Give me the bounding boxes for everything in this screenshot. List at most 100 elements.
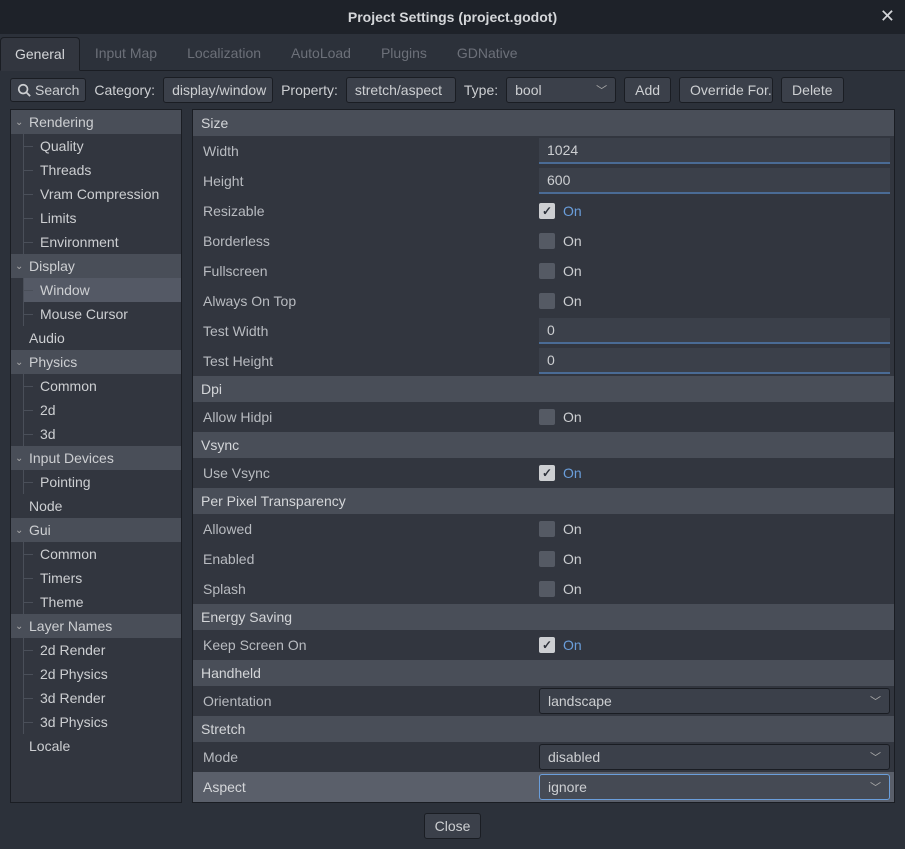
- tree-category-display[interactable]: ⌄Display: [11, 254, 181, 278]
- tree-item-environment[interactable]: Environment: [24, 230, 181, 254]
- tab-localization[interactable]: Localization: [172, 36, 276, 70]
- checkbox[interactable]: [539, 581, 555, 597]
- property-value: On: [539, 581, 894, 597]
- tree-item-theme[interactable]: Theme: [24, 590, 181, 614]
- tab-bar: GeneralInput MapLocalizationAutoLoadPlug…: [0, 34, 905, 71]
- checkbox-wrap[interactable]: On: [539, 551, 890, 567]
- tab-plugins[interactable]: Plugins: [366, 36, 442, 70]
- checkbox-text: On: [563, 581, 582, 597]
- tree-item-3d-physics[interactable]: 3d Physics: [24, 710, 181, 734]
- delete-button[interactable]: Delete: [781, 77, 843, 103]
- select-dropdown[interactable]: ignore﹀: [539, 774, 890, 800]
- project-settings-dialog: Project Settings (project.godot) ✕ Gener…: [0, 0, 905, 839]
- property-value: On: [539, 465, 894, 481]
- tree-item-3d[interactable]: 3d: [24, 422, 181, 446]
- select-value: landscape: [548, 693, 612, 709]
- property-row-aspect: Aspectignore﹀: [193, 772, 894, 802]
- property-value: 600: [539, 168, 894, 194]
- tab-input-map[interactable]: Input Map: [80, 36, 172, 70]
- tree-item-2d-render[interactable]: 2d Render: [24, 638, 181, 662]
- checkbox[interactable]: [539, 203, 555, 219]
- checkbox[interactable]: [539, 465, 555, 481]
- tab-gdnative[interactable]: GDNative: [442, 36, 533, 70]
- tree-item-timers[interactable]: Timers: [24, 566, 181, 590]
- property-value: On: [539, 551, 894, 567]
- checkbox-wrap[interactable]: On: [539, 521, 890, 537]
- tree-item-quality[interactable]: Quality: [24, 134, 181, 158]
- tree-category-physics[interactable]: ⌄Physics: [11, 350, 181, 374]
- search-icon: [17, 83, 31, 97]
- tree-category-locale[interactable]: Locale: [11, 734, 181, 758]
- tree-category-gui[interactable]: ⌄Gui: [11, 518, 181, 542]
- add-button[interactable]: Add: [624, 77, 671, 103]
- property-value: On: [539, 521, 894, 537]
- property-panel[interactable]: SizeWidth1024Height600ResizableOnBorderl…: [192, 109, 895, 803]
- property-row-allowed: AllowedOn: [193, 514, 894, 544]
- number-input[interactable]: 0: [539, 348, 890, 374]
- checkbox[interactable]: [539, 551, 555, 567]
- type-select[interactable]: bool ﹀: [506, 77, 616, 103]
- search-box[interactable]: Search: [10, 78, 86, 102]
- number-input[interactable]: 600: [539, 168, 890, 194]
- tree-item-common[interactable]: Common: [24, 374, 181, 398]
- toolbar: Search Category: display/window Property…: [0, 71, 905, 109]
- tree-item-window[interactable]: Window: [24, 278, 181, 302]
- tree-item-label: Audio: [29, 330, 65, 346]
- number-input[interactable]: 1024: [539, 138, 890, 164]
- tree-category-input-devices[interactable]: ⌄Input Devices: [11, 446, 181, 470]
- category-input[interactable]: display/window: [163, 77, 273, 103]
- select-dropdown[interactable]: disabled﹀: [539, 744, 890, 770]
- checkbox-wrap[interactable]: On: [539, 293, 890, 309]
- tree-item-vram-compression[interactable]: Vram Compression: [24, 182, 181, 206]
- checkbox[interactable]: [539, 263, 555, 279]
- property-label: Resizable: [193, 198, 539, 224]
- property-label: Borderless: [193, 228, 539, 254]
- search-label: Search: [35, 82, 79, 98]
- chevron-down-icon: ⌄: [15, 117, 27, 128]
- tree-item-mouse-cursor[interactable]: Mouse Cursor: [24, 302, 181, 326]
- section-header-per-pixel-transparency: Per Pixel Transparency: [193, 488, 894, 514]
- checkbox[interactable]: [539, 233, 555, 249]
- checkbox-wrap[interactable]: On: [539, 409, 890, 425]
- tree-category-node[interactable]: Node: [11, 494, 181, 518]
- tab-autoload[interactable]: AutoLoad: [276, 36, 366, 70]
- tree-category-layer-names[interactable]: ⌄Layer Names: [11, 614, 181, 638]
- checkbox[interactable]: [539, 293, 555, 309]
- tree-item-threads[interactable]: Threads: [24, 158, 181, 182]
- property-label: Test Width: [193, 318, 539, 344]
- tree-item-limits[interactable]: Limits: [24, 206, 181, 230]
- checkbox[interactable]: [539, 521, 555, 537]
- checkbox-wrap[interactable]: On: [539, 203, 890, 219]
- number-input[interactable]: 0: [539, 318, 890, 344]
- override-button[interactable]: Override For...: [679, 77, 773, 103]
- checkbox-wrap[interactable]: On: [539, 581, 890, 597]
- select-dropdown[interactable]: landscape﹀: [539, 688, 890, 714]
- property-label: Allow Hidpi: [193, 404, 539, 430]
- property-value: 0: [539, 348, 894, 374]
- checkbox-wrap[interactable]: On: [539, 263, 890, 279]
- chevron-down-icon: ⌄: [15, 621, 27, 632]
- property-row-fullscreen: FullscreenOn: [193, 256, 894, 286]
- tree-item-2d[interactable]: 2d: [24, 398, 181, 422]
- property-input[interactable]: stretch/aspect: [346, 77, 456, 103]
- tree-item-common[interactable]: Common: [24, 542, 181, 566]
- section-header-stretch: Stretch: [193, 716, 894, 742]
- tree-item-pointing[interactable]: Pointing: [24, 470, 181, 494]
- category-tree[interactable]: ⌄RenderingQualityThreadsVram Compression…: [10, 109, 182, 803]
- checkbox-wrap[interactable]: On: [539, 233, 890, 249]
- checkbox[interactable]: [539, 409, 555, 425]
- tree-item-3d-render[interactable]: 3d Render: [24, 686, 181, 710]
- property-row-use-vsync: Use VsyncOn: [193, 458, 894, 488]
- checkbox[interactable]: [539, 637, 555, 653]
- chevron-down-icon: ﹀: [870, 749, 881, 765]
- property-value: On: [539, 203, 894, 219]
- checkbox-wrap[interactable]: On: [539, 465, 890, 481]
- close-button[interactable]: Close: [424, 813, 482, 839]
- tree-category-audio[interactable]: Audio: [11, 326, 181, 350]
- checkbox-text: On: [563, 233, 582, 249]
- tree-category-rendering[interactable]: ⌄Rendering: [11, 110, 181, 134]
- tab-general[interactable]: General: [0, 37, 80, 71]
- checkbox-wrap[interactable]: On: [539, 637, 890, 653]
- tree-item-2d-physics[interactable]: 2d Physics: [24, 662, 181, 686]
- close-icon[interactable]: ✕: [880, 6, 895, 27]
